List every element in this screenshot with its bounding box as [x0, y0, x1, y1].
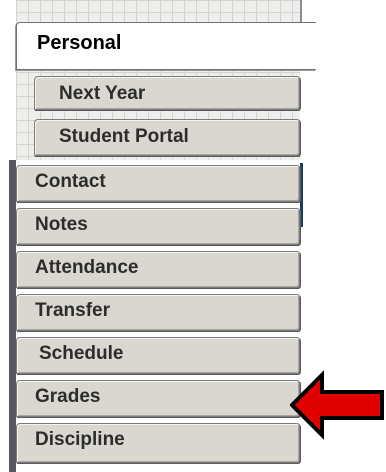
panel-left-edge — [9, 160, 16, 472]
subtab-next-year[interactable]: Next Year — [34, 76, 300, 110]
tab-grades[interactable]: Grades — [16, 380, 300, 417]
tab-notes[interactable]: Notes — [16, 208, 300, 245]
tab-grades-label: Grades — [35, 386, 101, 407]
tab-attendance[interactable]: Attendance — [16, 251, 300, 288]
tab-contact-label: Contact — [35, 171, 106, 192]
subtab-student-portal-label: Student Portal — [59, 126, 189, 147]
tab-schedule-label: Schedule — [39, 343, 124, 364]
subtab-student-portal[interactable]: Student Portal — [34, 119, 300, 156]
tab-transfer[interactable]: Transfer — [16, 294, 300, 331]
tab-schedule[interactable]: Schedule — [16, 337, 300, 374]
content-border-accent — [300, 163, 303, 227]
left-arrow-icon — [290, 370, 384, 440]
subtab-next-year-label: Next Year — [59, 83, 146, 104]
tab-personal-label: Personal — [37, 32, 122, 54]
tab-discipline[interactable]: Discipline — [16, 423, 300, 463]
tab-discipline-label: Discipline — [35, 429, 125, 450]
tab-personal[interactable]: Personal — [16, 22, 316, 70]
student-record-tab-panel: Personal Next Year Student Portal Contac… — [0, 0, 386, 472]
tab-transfer-label: Transfer — [35, 300, 110, 321]
tab-attendance-label: Attendance — [35, 257, 139, 278]
tab-contact[interactable]: Contact — [16, 165, 300, 202]
tab-notes-label: Notes — [35, 214, 88, 235]
